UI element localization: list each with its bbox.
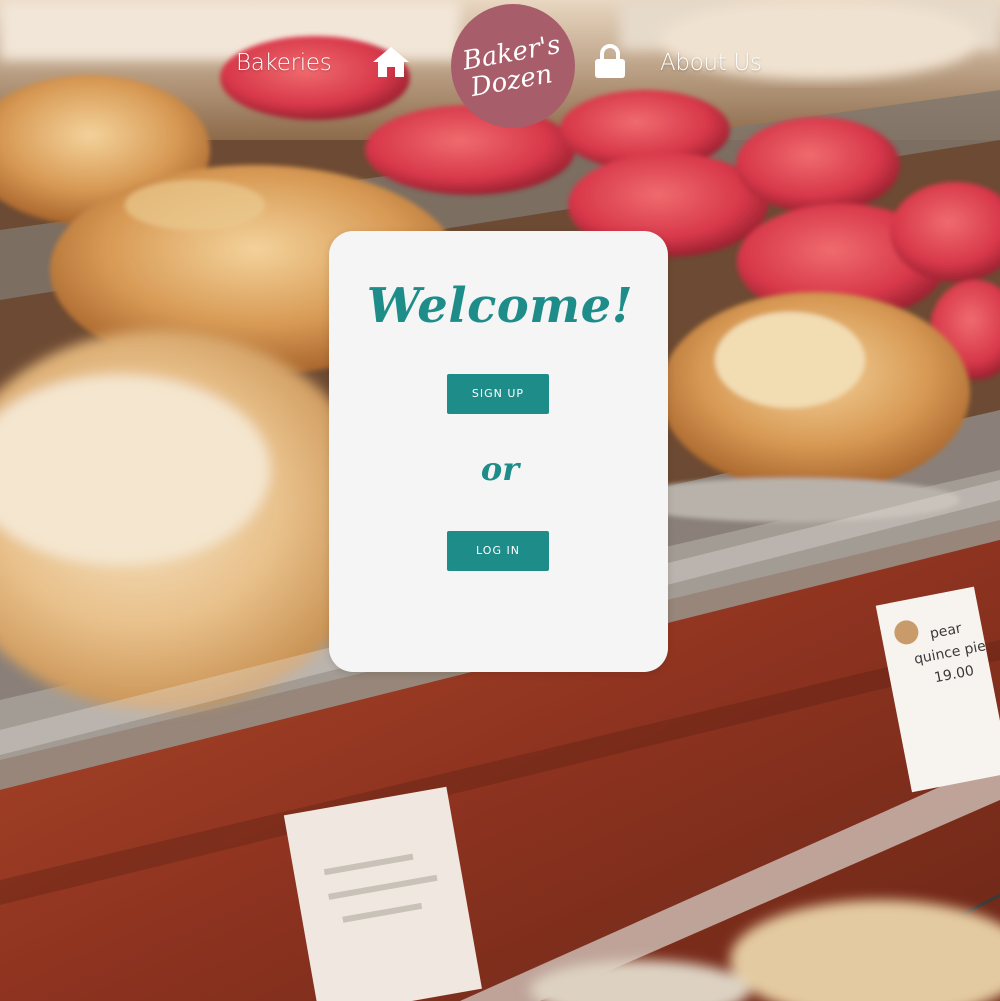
- nav-bakeries-link[interactable]: Bakeries: [236, 50, 332, 76]
- bakers-dozen-logo[interactable]: Baker's Dozen: [450, 3, 576, 129]
- nav-about-us-link[interactable]: About Us: [660, 50, 762, 76]
- home-icon[interactable]: [372, 45, 410, 79]
- sign-up-button[interactable]: SIGN UP: [447, 374, 549, 414]
- or-separator: or: [480, 450, 520, 488]
- page: pear quince pie 19.00 Bakeries Baker's D…: [0, 0, 1000, 1001]
- welcome-title: Welcome!: [366, 278, 634, 334]
- log-in-button[interactable]: LOG IN: [447, 531, 549, 571]
- lock-icon[interactable]: [594, 44, 626, 80]
